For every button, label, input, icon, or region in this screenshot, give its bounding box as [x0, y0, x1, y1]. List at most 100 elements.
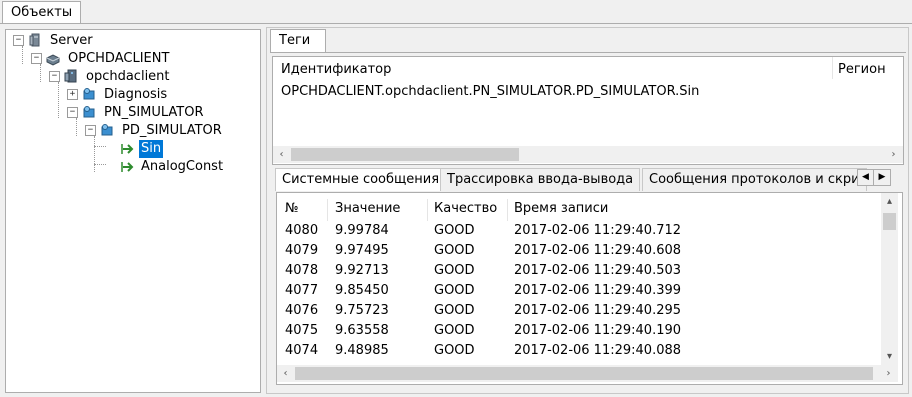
tree-item-analogconst[interactable]: AnalogConst	[6, 158, 256, 176]
folder-icon	[83, 106, 95, 118]
tab-scroll-right-icon[interactable]: ▶	[874, 170, 890, 185]
column-header-region[interactable]: Регион	[838, 60, 886, 80]
scroll-right-icon[interactable]: ›	[880, 365, 897, 382]
tags-table: Идентификатор Регион OPCHDACLIENT.opchda…	[272, 56, 904, 165]
scroll-down-icon[interactable]: ▾	[881, 348, 898, 365]
table-row[interactable]: 4078 9.92713 GOOD 2017-02-06 11:29:40.50…	[277, 261, 877, 281]
tree-item-opchdaclient-device[interactable]: − opchdaclient	[6, 68, 256, 86]
tag-arrow-icon	[121, 162, 134, 172]
server-icon	[29, 33, 40, 47]
cell-time: 2017-02-06 11:29:40.712	[514, 223, 682, 238]
cell-value: 9.75723	[335, 303, 389, 318]
tag-arrow-icon	[121, 144, 134, 154]
cell-number: 4080	[285, 223, 319, 238]
column-header-value[interactable]: Значение	[335, 199, 400, 219]
tab-tags[interactable]: Теги	[270, 29, 326, 53]
cell-quality: GOOD	[434, 303, 475, 318]
cell-time: 2017-02-06 11:29:40.190	[514, 323, 682, 338]
tags-tab-border	[270, 52, 906, 53]
column-separator[interactable]	[427, 199, 428, 221]
cell-quality: GOOD	[434, 263, 475, 278]
tab-system-messages[interactable]: Системные сообщения	[275, 168, 447, 191]
tree-item-label: AnalogConst	[141, 159, 224, 174]
tree-item-label: Server	[50, 33, 93, 48]
column-separator[interactable]	[327, 199, 328, 221]
scroll-left-icon[interactable]: ‹	[277, 365, 294, 382]
tab-objects[interactable]: Объекты	[2, 1, 82, 24]
cell-value: 9.63558	[335, 323, 389, 338]
column-header-number[interactable]: №	[285, 199, 299, 219]
cell-number: 4078	[285, 263, 319, 278]
table-row[interactable]: 4076 9.75723 GOOD 2017-02-06 11:29:40.29…	[277, 301, 877, 321]
cell-value: 9.85450	[335, 283, 389, 298]
cell-time: 2017-02-06 11:29:40.503	[514, 263, 682, 278]
column-separator[interactable]	[507, 199, 508, 221]
tab-label: Сообщения протоколов и скри	[649, 172, 860, 187]
tree-item-opchdaclient-driver[interactable]: − OPCHDACLIENT	[6, 50, 256, 68]
device-icon	[64, 69, 77, 83]
collapse-icon[interactable]: −	[31, 53, 42, 64]
collapse-icon[interactable]: −	[85, 125, 96, 136]
tab-io-trace[interactable]: Трассировка ввода-вывода	[440, 168, 641, 191]
cell-number: 4076	[285, 303, 319, 318]
column-header-identifier[interactable]: Идентификатор	[281, 60, 391, 80]
cell-quality: GOOD	[434, 243, 475, 258]
column-header-quality[interactable]: Качество	[434, 199, 497, 219]
driver-icon	[46, 54, 60, 66]
cell-number: 4079	[285, 243, 319, 258]
scroll-thumb[interactable]	[295, 367, 873, 380]
cell-number: 4077	[285, 283, 319, 298]
cell-time: 2017-02-06 11:29:40.608	[514, 243, 682, 258]
log-table-header: № Значение Качество Время записи	[277, 199, 877, 221]
folder-icon	[101, 124, 113, 136]
cell-value: 9.99784	[335, 223, 389, 238]
expand-icon[interactable]: +	[67, 89, 78, 100]
tree-item-label: PN_SIMULATOR	[104, 105, 204, 120]
cell-value: 9.97495	[335, 243, 389, 258]
scroll-up-icon[interactable]: ▴	[881, 193, 898, 210]
cell-quality: GOOD	[434, 283, 475, 298]
cell-quality: GOOD	[434, 343, 475, 358]
collapse-icon[interactable]: −	[13, 35, 24, 46]
cell-time: 2017-02-06 11:29:40.088	[514, 343, 682, 358]
column-header-time[interactable]: Время записи	[514, 199, 608, 219]
tree-item-diagnosis[interactable]: + Diagnosis	[6, 86, 256, 104]
table-row[interactable]: OPCHDACLIENT.opchdaclient.PN_SIMULATOR.P…	[273, 81, 903, 101]
tree-item-label: OPCHDACLIENT	[68, 51, 170, 66]
log-vertical-scrollbar[interactable]: ▴ ▾	[881, 193, 898, 365]
tag-identifier: OPCHDACLIENT.opchdaclient.PN_SIMULATOR.P…	[281, 84, 700, 99]
cell-number: 4075	[285, 323, 319, 338]
cell-value: 9.92713	[335, 263, 389, 278]
folder-icon	[83, 88, 95, 100]
table-row[interactable]: 4080 9.99784 GOOD 2017-02-06 11:29:40.71…	[277, 221, 877, 241]
tab-strip-border	[0, 23, 912, 24]
column-separator[interactable]	[832, 57, 833, 79]
table-row[interactable]: 4075 9.63558 GOOD 2017-02-06 11:29:40.19…	[277, 321, 877, 341]
tree-item-server[interactable]: − Server	[6, 32, 256, 50]
log-horizontal-scrollbar[interactable]: ‹ ›	[277, 365, 898, 382]
scroll-thumb[interactable]	[291, 148, 519, 161]
table-row[interactable]: 4074 9.48985 GOOD 2017-02-06 11:29:40.08…	[277, 341, 877, 361]
tags-table-header: Идентификатор Регион	[273, 57, 903, 81]
tags-horizontal-scrollbar[interactable]: ‹ ›	[273, 146, 903, 163]
collapse-icon[interactable]: −	[49, 71, 60, 82]
collapse-icon[interactable]: −	[67, 107, 78, 118]
tab-tags-label: Теги	[279, 33, 311, 48]
tree-item-pn-simulator[interactable]: − PN_SIMULATOR	[6, 104, 256, 122]
table-row[interactable]: 4077 9.85450 GOOD 2017-02-06 11:29:40.39…	[277, 281, 877, 301]
tree-item-label: Sin	[139, 140, 164, 158]
tab-label: Системные сообщения	[282, 172, 440, 187]
object-tree[interactable]: − Server − OPCHDACLIENT − opchdaclient +	[5, 29, 261, 393]
tree-item-sin[interactable]: Sin	[6, 140, 256, 158]
tree-item-label: PD_SIMULATOR	[122, 123, 222, 138]
cell-number: 4074	[285, 343, 319, 358]
tab-protocol-messages[interactable]: Сообщения протоколов и скри	[642, 168, 867, 191]
table-row[interactable]: 4079 9.97495 GOOD 2017-02-06 11:29:40.60…	[277, 241, 877, 261]
tab-label: Трассировка ввода-вывода	[447, 172, 634, 187]
scroll-thumb[interactable]	[883, 213, 896, 230]
scroll-right-icon[interactable]: ›	[885, 146, 902, 163]
tab-scroll-left-icon[interactable]: ◀	[858, 170, 874, 185]
tree-item-pd-simulator[interactable]: − PD_SIMULATOR	[6, 122, 256, 140]
bottom-tab-strip: Системные сообщения Трассировка ввода-вы…	[272, 168, 912, 191]
scroll-left-icon[interactable]: ‹	[273, 146, 290, 163]
